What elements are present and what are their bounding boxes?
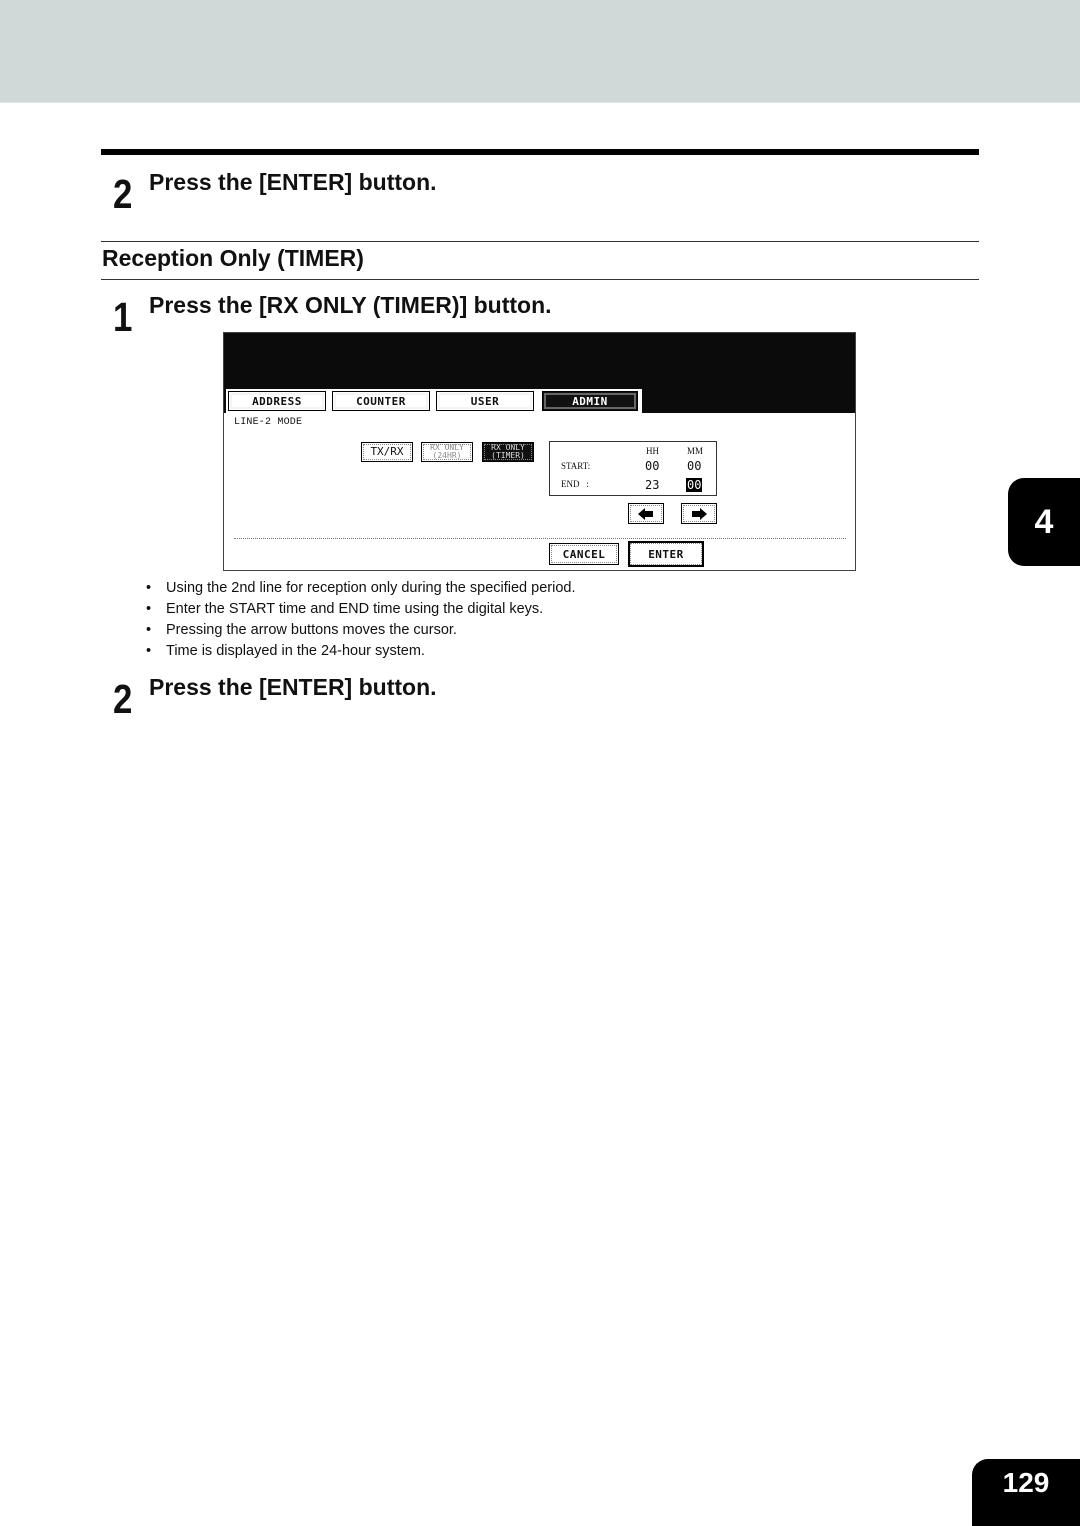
cursor-right-button[interactable] bbox=[681, 503, 717, 524]
step-text: Press the [ENTER] button. bbox=[149, 169, 437, 195]
start-hh-field[interactable]: 00 bbox=[645, 459, 659, 473]
end-label: END : bbox=[561, 479, 589, 489]
section-rule-bottom bbox=[101, 279, 979, 280]
tab-address[interactable]: ADDRESS bbox=[228, 391, 326, 411]
time-entry-box: HH MM START: END : 00 00 23 00 bbox=[549, 441, 717, 496]
tx-rx-button[interactable]: TX/RX bbox=[361, 442, 413, 462]
button-line-2: (24HR) bbox=[432, 451, 462, 460]
step-number: 2 bbox=[113, 676, 133, 722]
section-title: Reception Only (TIMER) bbox=[102, 245, 364, 271]
step-text: Press the [ENTER] button. bbox=[149, 674, 437, 700]
note-item: • Time is displayed in the 24-hour system… bbox=[146, 641, 575, 662]
rx-only-timer-button[interactable]: RX ONLY (TIMER) bbox=[482, 442, 534, 462]
section-rule-thick bbox=[101, 149, 979, 155]
tab-bar: ADDRESS COUNTER USER ADMIN bbox=[224, 389, 855, 413]
start-label: START: bbox=[561, 461, 591, 471]
mode-label: LINE-2 MODE bbox=[234, 417, 303, 428]
enter-button[interactable]: ENTER bbox=[628, 541, 704, 567]
tab-counter[interactable]: COUNTER bbox=[332, 391, 430, 411]
right-arrow-icon bbox=[692, 507, 707, 520]
note-text: Enter the START time and END time using … bbox=[166, 601, 544, 617]
step-1: 1 Press the [RX ONLY (TIMER)] button. bbox=[113, 291, 552, 338]
tab-user[interactable]: USER bbox=[436, 391, 534, 411]
end-mm-field[interactable]: 00 bbox=[686, 478, 703, 492]
header-band bbox=[0, 0, 1080, 103]
note-item: • Pressing the arrow buttons moves the cu… bbox=[146, 620, 575, 641]
note-text: Pressing the arrow buttons moves the cur… bbox=[166, 622, 457, 638]
page-number: 129 bbox=[972, 1459, 1080, 1526]
note-text: Using the 2nd line for reception only du… bbox=[166, 580, 576, 596]
tab-admin[interactable]: ADMIN bbox=[542, 391, 638, 411]
end-hh-field[interactable]: 23 bbox=[645, 478, 659, 492]
section-rule-top bbox=[101, 241, 979, 242]
cancel-button[interactable]: CANCEL bbox=[549, 543, 619, 565]
chapter-tab: 4 bbox=[1008, 478, 1080, 566]
device-screen: ADDRESS COUNTER USER ADMIN LINE-2 MODE T… bbox=[223, 332, 856, 571]
footer-divider bbox=[234, 538, 846, 539]
step-2: 2 Press the [ENTER] button. bbox=[113, 673, 437, 720]
notes-list: • Using the 2nd line for reception only d… bbox=[146, 578, 575, 662]
prev-step: 2 Press the [ENTER] button. bbox=[113, 168, 437, 215]
hh-header: HH bbox=[646, 446, 659, 456]
step-text: Press the [RX ONLY (TIMER)] button. bbox=[149, 292, 552, 318]
mm-header: MM bbox=[687, 446, 704, 456]
rx-only-24hr-button[interactable]: RX ONLY (24HR) bbox=[421, 442, 473, 462]
note-text: Time is displayed in the 24-hour system. bbox=[166, 643, 425, 659]
cursor-left-button[interactable] bbox=[628, 503, 664, 524]
step-number: 1 bbox=[113, 294, 133, 340]
button-line-2: (TIMER) bbox=[491, 451, 525, 460]
left-arrow-icon bbox=[638, 507, 653, 520]
note-item: • Enter the START time and END time using… bbox=[146, 599, 575, 620]
step-number: 2 bbox=[113, 171, 133, 217]
note-item: • Using the 2nd line for reception only d… bbox=[146, 578, 575, 599]
start-mm-field[interactable]: 00 bbox=[687, 459, 701, 473]
